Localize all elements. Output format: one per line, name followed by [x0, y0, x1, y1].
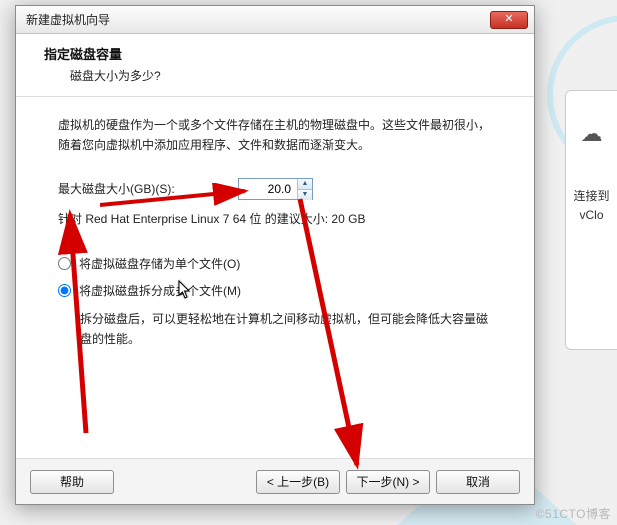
radio-split-label: 将虚拟磁盘拆分成多个文件(M): [79, 282, 241, 299]
spinner-up-icon[interactable]: ▲: [298, 179, 312, 190]
close-icon: ✕: [504, 13, 513, 25]
watermark-text: ©51CTO博客: [536, 505, 611, 522]
spinner-down-icon[interactable]: ▼: [298, 190, 312, 200]
header-subtitle: 磁盘大小为多少?: [44, 67, 514, 84]
disk-storage-radio-group: 将虚拟磁盘存储为单个文件(O) 将虚拟磁盘拆分成多个文件(M) 拆分磁盘后，可以…: [58, 255, 498, 350]
header-title: 指定磁盘容量: [44, 44, 514, 63]
max-disk-spinner[interactable]: ▲ ▼: [238, 178, 313, 200]
close-button[interactable]: ✕: [490, 11, 528, 29]
cancel-button[interactable]: 取消: [436, 470, 520, 494]
side-panel: ☁ 连接到 vClo: [565, 90, 617, 350]
titlebar: 新建虚拟机向导 ✕: [16, 6, 534, 34]
description-text: 虚拟机的硬盘作为一个或多个文件存储在主机的物理磁盘中。这些文件最初很小，随着您向…: [58, 115, 498, 156]
split-note-text: 拆分磁盘后，可以更轻松地在计算机之间移动虚拟机，但可能会降低大容量磁盘的性能。: [80, 309, 498, 350]
dialog-title: 新建虚拟机向导: [26, 11, 490, 28]
content-area: 虚拟机的硬盘作为一个或多个文件存储在主机的物理磁盘中。这些文件最初很小，随着您向…: [16, 97, 534, 458]
side-text-2: vClo: [566, 206, 617, 225]
header-block: 指定磁盘容量 磁盘大小为多少?: [16, 34, 534, 97]
radio-single-file[interactable]: [58, 257, 71, 270]
wizard-dialog: 新建虚拟机向导 ✕ 指定磁盘容量 磁盘大小为多少? 虚拟机的硬盘作为一个或多个文…: [15, 5, 535, 505]
next-button[interactable]: 下一步(N) >: [346, 470, 430, 494]
side-text-1: 连接到: [566, 187, 617, 206]
max-disk-label: 最大磁盘大小(GB)(S):: [58, 180, 238, 197]
radio-single-row[interactable]: 将虚拟磁盘存储为单个文件(O): [58, 255, 498, 272]
cloud-icon: ☁: [566, 121, 617, 147]
radio-split-row[interactable]: 将虚拟磁盘拆分成多个文件(M): [58, 282, 498, 299]
help-button[interactable]: 帮助: [30, 470, 114, 494]
back-button[interactable]: < 上一步(B): [256, 470, 340, 494]
max-disk-input[interactable]: [239, 179, 297, 199]
button-bar: 帮助 < 上一步(B) 下一步(N) > 取消: [16, 458, 534, 504]
max-disk-row: 最大磁盘大小(GB)(S): ▲ ▼: [58, 178, 498, 200]
recommend-text: 针对 Red Hat Enterprise Linux 7 64 位 的建议大小…: [58, 210, 498, 227]
radio-single-label: 将虚拟磁盘存储为单个文件(O): [79, 255, 240, 272]
radio-split-files[interactable]: [58, 284, 71, 297]
